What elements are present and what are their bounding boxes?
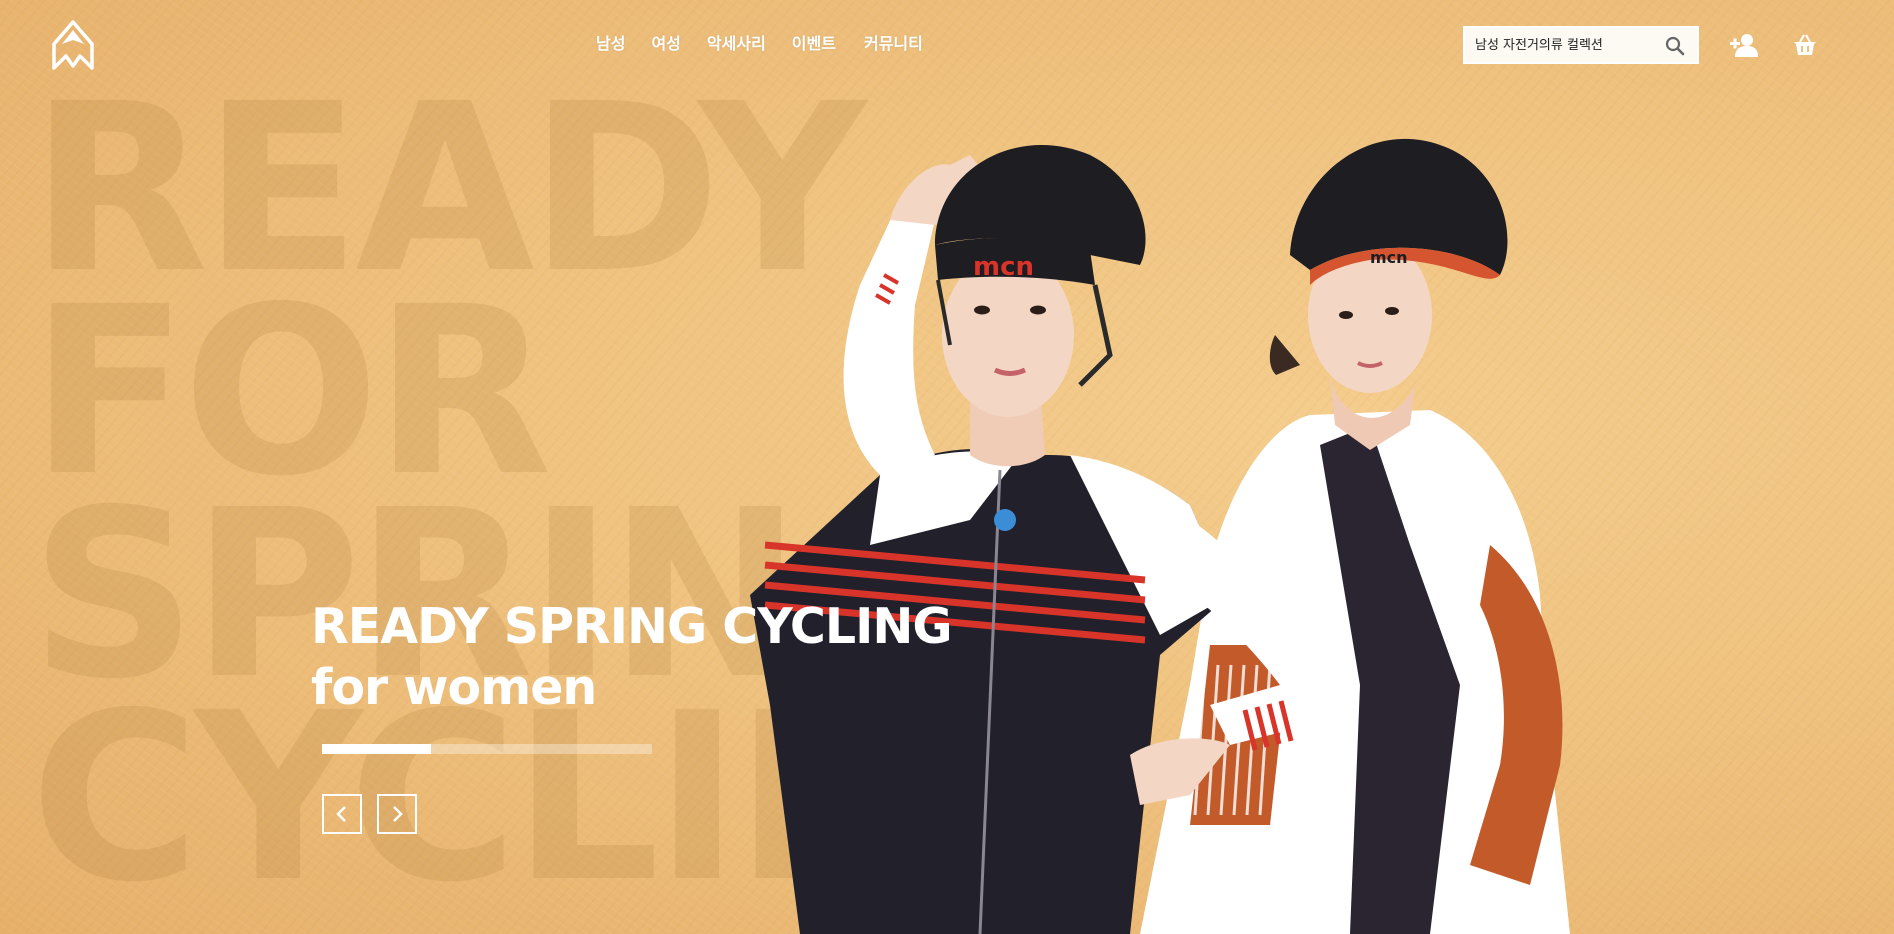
previous-slide-button[interactable] (322, 794, 362, 834)
next-slide-button[interactable] (377, 794, 417, 834)
main-navigation: 남성 여성 악세사리 이벤트 커뮤니티 (596, 30, 923, 54)
user-add-icon[interactable] (1730, 33, 1758, 57)
search-input[interactable] (1465, 37, 1655, 53)
helmet-logo: mcn (973, 252, 1034, 282)
mountain-peak-logo-icon[interactable] (52, 20, 94, 70)
nav-item-accessories[interactable]: 악세사리 (707, 30, 766, 54)
nav-item-events[interactable]: 이벤트 (792, 30, 836, 54)
hero-title-line2: for women (311, 659, 597, 716)
basket-icon[interactable] (1793, 33, 1817, 57)
nav-item-community[interactable]: 커뮤니티 (864, 30, 923, 54)
search-icon[interactable] (1665, 36, 1685, 56)
slide-progress-bar (322, 744, 652, 754)
helmet-logo: mcn (1370, 248, 1408, 267)
search-box (1463, 26, 1699, 64)
cyclists-photo: mcn mcn (750, 138, 1570, 934)
nav-item-women[interactable]: 여성 (651, 30, 680, 54)
chevron-right-icon (393, 806, 403, 822)
slide-progress-fill (322, 744, 431, 754)
hero-title: READY SPRING CYCLING for women (311, 596, 953, 718)
nav-item-men[interactable]: 남성 (596, 30, 625, 54)
hero-title-line1: READY SPRING CYCLING (311, 598, 953, 655)
chevron-left-icon (336, 806, 346, 822)
